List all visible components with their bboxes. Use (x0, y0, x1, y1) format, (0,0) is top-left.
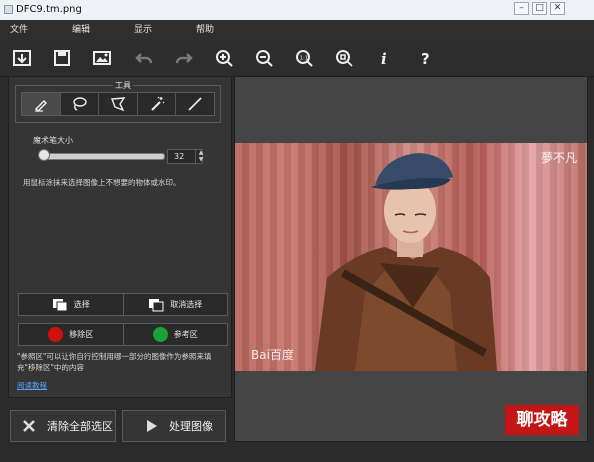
selection-hint: 用鼠标涂抹来选择图像上不想要的物体或水印。 (23, 178, 181, 187)
fit-icon[interactable] (332, 46, 356, 70)
lasso-icon[interactable] (61, 93, 100, 115)
deselect-button[interactable]: 取消选择 (124, 294, 228, 315)
app-window: DFC9.tm.png – □ ✕ 文件 编辑 显示 帮助 1:1 i ? 工具… (0, 0, 594, 462)
deselect-icon (149, 298, 164, 311)
selection-button-row: 选择 取消选择 (18, 293, 228, 316)
zoom-in-icon[interactable] (212, 46, 236, 70)
photo: 夢不凡 Bai百度 (235, 143, 587, 371)
zoom-out-icon[interactable] (252, 46, 276, 70)
info-icon[interactable]: i (372, 46, 396, 70)
tool-strip (21, 92, 215, 116)
brush-icon[interactable] (22, 93, 61, 115)
open-icon[interactable] (10, 46, 34, 70)
svg-text:i: i (381, 50, 387, 68)
menu-view[interactable]: 显示 (134, 20, 152, 40)
toolbar: 1:1 i ? (0, 40, 594, 77)
watermark-text: Bai百度 (251, 348, 294, 362)
menu-file[interactable]: 文件 (10, 20, 28, 40)
remove-area-label: 移除区 (69, 330, 94, 339)
process-image-button[interactable]: 处理图像 (122, 410, 226, 442)
maximize-icon[interactable]: □ (532, 2, 547, 15)
actual-size-icon[interactable]: 1:1 (292, 46, 316, 70)
clear-icon (23, 420, 35, 432)
tutorial-link[interactable]: 阅读教程 (17, 380, 47, 391)
process-image-label: 处理图像 (169, 420, 213, 433)
deselect-button-label: 取消选择 (170, 300, 203, 309)
reference-area-label: 参考区 (173, 330, 198, 339)
stamp-text: 夢不凡 (540, 151, 577, 165)
select-button[interactable]: 选择 (19, 294, 124, 315)
close-icon[interactable]: ✕ (550, 2, 565, 15)
tools-group-title: 工具 (113, 80, 133, 91)
clear-all-label: 清除全部选区 (47, 420, 113, 433)
reference-area-button[interactable]: 参考区 (124, 324, 228, 345)
brush-size-stepper[interactable]: ▲ ▼ (195, 149, 206, 164)
help-icon[interactable]: ? (414, 46, 438, 70)
select-icon (52, 298, 68, 311)
select-button-label: 选择 (73, 300, 90, 309)
redo-icon[interactable] (172, 46, 196, 70)
title-bar: DFC9.tm.png – □ ✕ (0, 0, 594, 20)
svg-text:?: ? (421, 50, 430, 68)
menu-help[interactable]: 帮助 (196, 20, 214, 40)
save-icon[interactable] (50, 46, 74, 70)
image-icon[interactable] (90, 46, 114, 70)
corner-logo: 聊攻略 (505, 405, 579, 435)
person-figure (315, 153, 497, 371)
brush-size-label: 魔术笔大小 (33, 136, 73, 145)
reference-area-dot (152, 327, 168, 342)
undo-icon[interactable] (132, 46, 156, 70)
minimize-icon[interactable]: – (514, 2, 529, 15)
menu-bar: 文件 编辑 显示 帮助 (0, 20, 594, 40)
clear-all-button[interactable]: 清除全部选区 (10, 410, 116, 442)
play-icon (147, 420, 157, 432)
brush-size-slider-thumb[interactable] (38, 149, 50, 161)
tools-panel: 工具 魔术笔大小 32 ▲ ▼ 用鼠标涂抹来选择图像上不想要的物体或水印。 选择… (8, 76, 232, 398)
area-button-row: 移除区 参考区 (18, 323, 228, 346)
window-title: DFC9.tm.png (16, 4, 82, 15)
magic-wand-icon[interactable] (138, 93, 177, 115)
menu-edit[interactable]: 编辑 (72, 20, 90, 40)
remove-area-dot (48, 327, 64, 342)
line-icon[interactable] (176, 93, 214, 115)
brush-size-slider[interactable] (39, 153, 165, 160)
polygon-lasso-icon[interactable] (99, 93, 138, 115)
image-canvas[interactable]: 夢不凡 Bai百度 聊攻略 (234, 76, 588, 442)
remove-area-button[interactable]: 移除区 (19, 324, 124, 345)
svg-text:1:1: 1:1 (300, 56, 309, 62)
app-icon (4, 5, 13, 14)
reference-note: "参照区"可以让你自行控制用哪一部分的图像作为参照来填充"移除区"中的内容 (17, 352, 212, 372)
